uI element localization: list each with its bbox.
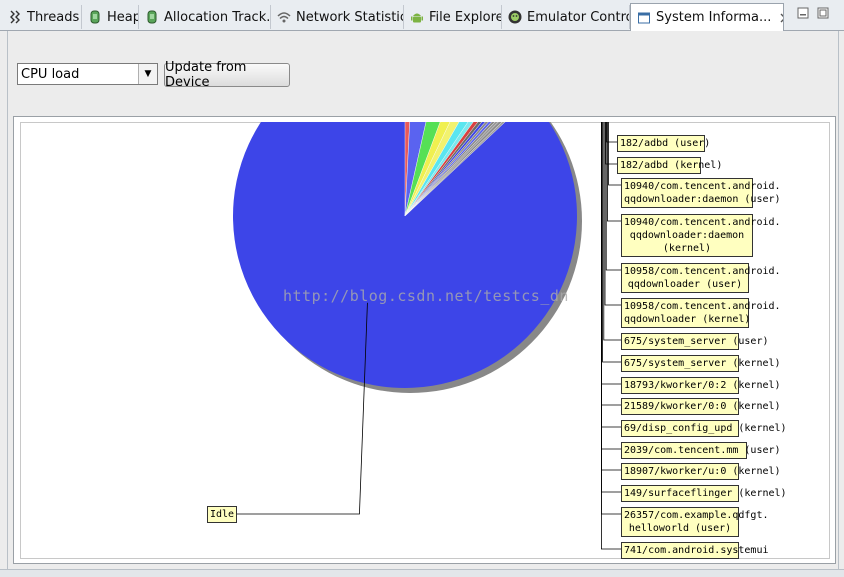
pie-label: 69/disp_config_upd (kernel) [621,420,787,437]
view-tab-bar: Threads Heap Allocation Track... Network… [0,0,844,31]
system-info-icon [638,12,650,23]
minimize-view-icon[interactable] [797,7,809,19]
android-icon [411,13,423,23]
pie-label: 26357/com.example.qdfgt. helloworld (use… [621,507,769,537]
pie-label: 10958/com.tencent.android. qqdownloader … [621,263,781,293]
allocation-icon [147,10,157,24]
pie-label: 675/system_server (kernel) [621,355,781,372]
tab-file-explorer-label: File Explorer [429,9,502,25]
pie-label: 741/com.android.systemui [621,542,769,559]
heap-icon [90,10,100,24]
tab-allocation-label: Allocation Track... [164,9,271,25]
pie-label: 182/adbd (kernel) [617,157,722,174]
tab-file-explorer[interactable]: File Explorer [404,5,502,29]
pie-label: 149/surfaceflinger (kernel) [621,485,787,502]
tab-threads-label: Threads [27,9,80,25]
pie-label: 182/adbd (user) [617,135,710,152]
tab-emulator-control[interactable]: Emulator Control [502,5,630,29]
threads-icon [10,10,20,24]
tab-heap[interactable]: Heap [82,5,139,29]
pie-label: 18907/kworker/u:0 (kernel) [621,463,781,480]
info-type-dropdown[interactable]: CPU load ▼ [17,63,158,85]
pie-label: 675/system_server (user) [621,333,769,350]
pie-label: 10940/com.tencent.android. qqdownloader:… [621,178,781,208]
watermark-text: http://blog.csdn.net/testcs_dn [283,287,569,305]
tab-emulator-label: Emulator Control [527,9,630,25]
info-type-dropdown-value: CPU load [21,66,80,82]
tab-allocation-tracker[interactable]: Allocation Track... [139,5,271,29]
network-icon [277,12,291,23]
chevron-down-icon: ▼ [138,64,157,84]
pie-label: 10940/com.tencent.android. qqdownloader:… [621,214,781,257]
pie-label: 2039/com.tencent.mm (user) [621,442,781,459]
pie-label: 18793/kworker/0:2 (kernel) [621,377,781,394]
tab-system-information[interactable]: System Informa... [630,3,784,31]
tab-system-information-label: System Informa... [656,10,772,25]
pie-label: 10958/com.tencent.android. qqdownloader … [621,298,781,328]
maximize-view-icon[interactable] [817,7,829,19]
update-from-device-button[interactable]: Update from Device [164,60,290,90]
pie-label: 21589/kworker/0:0 (kernel) [621,398,781,415]
pie-label-idle: Idle [207,506,238,523]
emulator-icon [508,10,522,24]
tab-network-statistics[interactable]: Network Statistics [271,5,404,29]
tab-network-label: Network Statistics [296,9,404,25]
close-tab-icon[interactable] [780,13,784,23]
tab-heap-label: Heap [107,9,139,25]
tab-threads[interactable]: Threads [2,5,82,29]
